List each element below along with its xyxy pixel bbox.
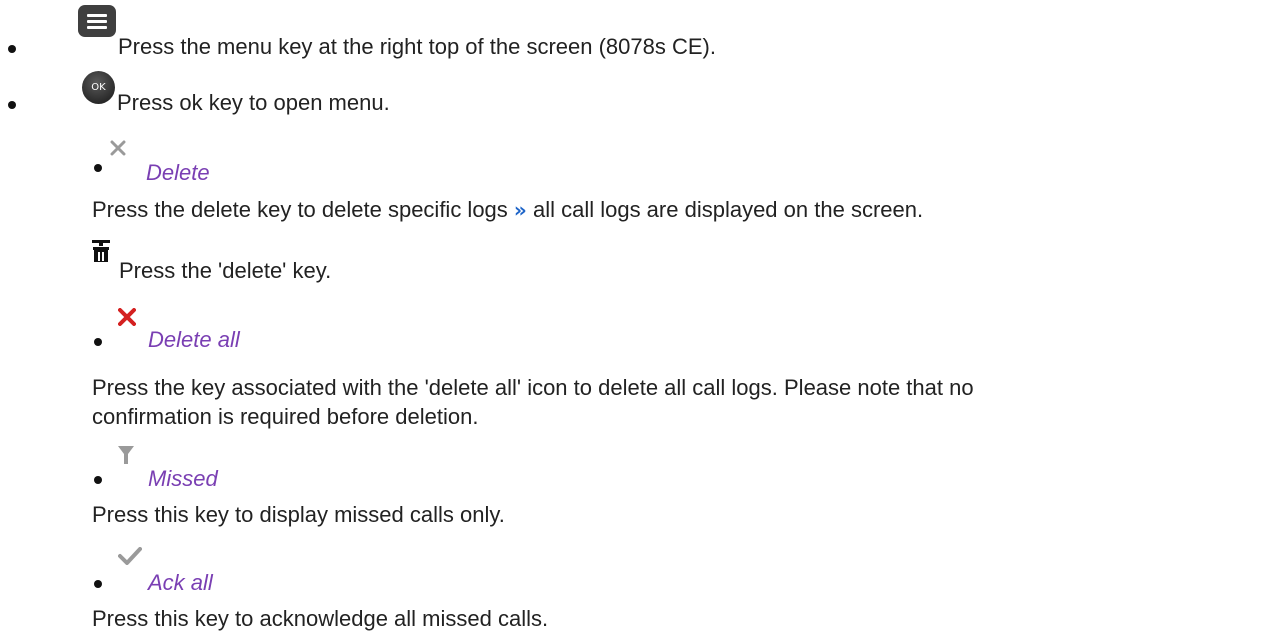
- item-desc-delete-all-1: Press the key associated with the 'delet…: [92, 375, 974, 400]
- item-desc-missed: Press this key to display missed calls o…: [92, 502, 505, 527]
- delete-cross-gray-icon: [110, 140, 126, 156]
- item-title-missed: Missed: [148, 466, 218, 491]
- item-title-delete-all: Delete all: [148, 327, 240, 352]
- item-title-ack-all: Ack all: [148, 570, 213, 595]
- menu-key-icon: [78, 5, 116, 37]
- item-title-delete: Delete: [146, 160, 210, 185]
- step-ok-text: Press ok key to open menu.: [117, 90, 390, 115]
- bullet: [94, 164, 102, 172]
- desc-after: all call logs are displayed on the scree…: [532, 197, 924, 222]
- bullet: [94, 338, 102, 346]
- step-menu-text: Press the menu key at the right top of t…: [118, 34, 716, 59]
- filter-icon: [118, 446, 134, 464]
- item-desc-ack-all: Press this key to acknowledge all missed…: [92, 606, 549, 631]
- bullet: [94, 580, 102, 588]
- bullet: [94, 476, 102, 484]
- bullet: [8, 45, 16, 53]
- item-desc-delete: Press the delete key to delete specific …: [92, 197, 923, 223]
- item-desc-delete-all-2: confirmation is required before deletion…: [92, 404, 479, 429]
- sub-delete-text: Press the 'delete' key.: [119, 258, 332, 283]
- desc-before: Press the delete key to delete specific …: [92, 197, 508, 222]
- ok-key-icon: OK: [82, 71, 115, 104]
- delete-cross-red-icon: [118, 308, 136, 326]
- chevron-right-icon: »: [513, 198, 527, 222]
- trash-icon: [92, 240, 110, 262]
- checkmark-icon: [118, 547, 142, 565]
- bullet: [8, 101, 16, 109]
